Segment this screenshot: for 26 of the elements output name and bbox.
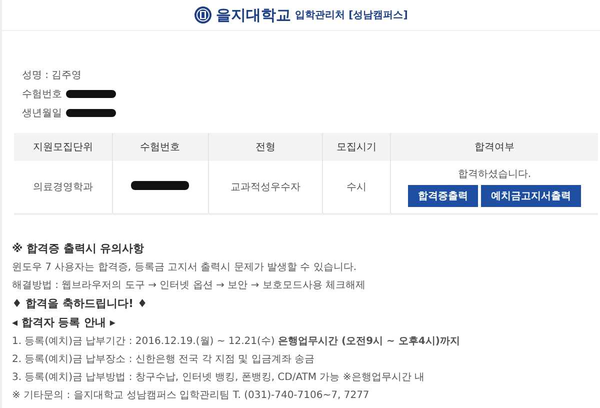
table-cell: 교과적성우수자 <box>230 182 301 193</box>
congratulations-text: ♦ 합격을 축하드립니다! ♦ <box>12 296 148 311</box>
registration-line: 1. 등록(예치)금 납부기간 : 2016.12.19.(월) ~ 12.21(수) 은행업무시간 (오전9시 ~ 오후4시)까지 <box>12 335 461 348</box>
notice-line: 해결방법 : 웹브라우저의 도구 → 인터넷 옵션 → 보안 → 보호모드사용 체크해제 <box>12 279 366 292</box>
result-text: 합격하셨습니다. <box>456 168 532 181</box>
column-header: 전형 <box>208 133 323 161</box>
print-button[interactable]: 예치금고지서출력 <box>481 185 581 207</box>
applicant-field: 생년월일 <box>22 106 62 120</box>
print-button[interactable]: 합격증출력 <box>408 185 478 207</box>
applicant-field: 수험번호 <box>22 87 62 101</box>
applicant-field: 성명 : 김주영 <box>22 68 82 82</box>
registration-title: ◂ 합격자 등록 안내 ▸ <box>12 315 116 330</box>
notice-line: 윈도우 7 사용자는 합격증, 등록금 고지서 출력시 문제가 발생할 수 있습니다. <box>12 261 358 274</box>
notice-title: ※ 합격증 출력시 유의사항 <box>12 241 146 256</box>
university-name: 을지대학교 <box>216 6 292 24</box>
registration-line: 2. 등록(예치)금 납부장소 : 신한은행 전국 각 지점 및 입금계좌 송금 <box>12 353 316 366</box>
office-name: 입학관리처 [성남캠퍼스] <box>295 9 408 22</box>
registration-line: 3. 등록(예치)금 납부방법 : 창구수납, 인터넷 뱅킹, 폰뱅킹, CD/ATM 가능 ※은행업무시간 내 <box>12 371 426 384</box>
column-header: 지원모집단위 <box>14 133 112 161</box>
table-cell: 의료경영학과 <box>32 182 93 193</box>
university-emblem-icon <box>194 6 212 24</box>
column-header: 모집시기 <box>322 133 390 161</box>
registration-line: ※ 기타문의 : 을지대학교 성남캠퍼스 입학관리팀 T. (031)-740-7106~7, 7277 <box>12 389 370 402</box>
table-cell: 수시 <box>346 182 367 193</box>
column-header: 합격여부 <box>390 133 598 161</box>
column-header: 수험번호 <box>112 133 208 161</box>
